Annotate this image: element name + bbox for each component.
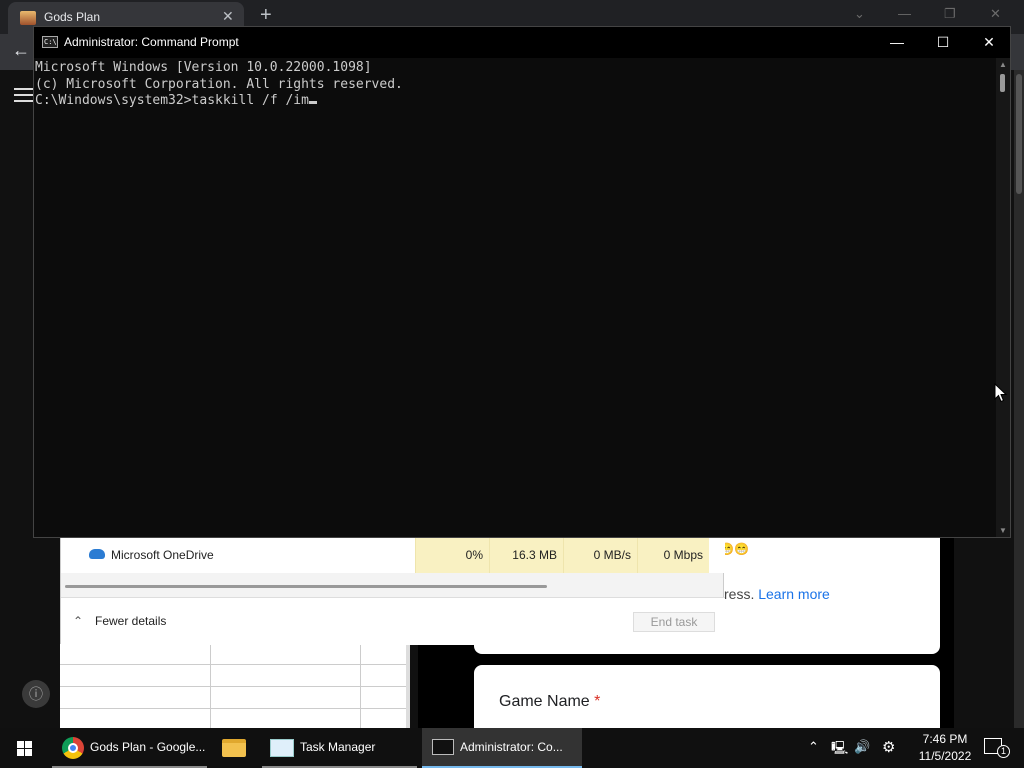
scroll-thumb[interactable]: [1000, 74, 1005, 92]
clock-date[interactable]: 11/5/2022: [910, 749, 980, 763]
close-icon[interactable]: ✕: [966, 27, 1012, 58]
taskbar-label: Administrator: Co...: [460, 740, 563, 754]
process-memory: 16.3 MB: [489, 537, 563, 573]
command-input[interactable]: taskkill /f /im: [192, 93, 309, 108]
command-prompt-window: C:\ Administrator: Command Prompt — ☐ ✕ …: [33, 26, 1011, 538]
system-tray: ⌃ 🖳 🔊 ⚙ 7:46 PM 11/5/2022 1: [800, 728, 1024, 768]
network-icon[interactable]: 🖳: [831, 739, 848, 761]
question-title: Game Name *: [499, 693, 600, 711]
gear-icon[interactable]: ⚙: [882, 738, 895, 756]
new-tab-button[interactable]: +: [260, 4, 272, 27]
form-notice-text: ress.: [724, 586, 755, 602]
prompt-line[interactable]: C:\Windows\system32>taskkill /f /im: [35, 93, 994, 110]
taskbar-label: Task Manager: [300, 740, 376, 754]
task-manager-footer: ⌃ Fewer details End task: [61, 597, 725, 645]
horizontal-scrollbar[interactable]: [65, 585, 547, 588]
chevron-up-icon[interactable]: ⌃: [73, 614, 83, 628]
task-manager-window: Microsoft OneDrive 0% 16.3 MB 0 MB/s 0 M…: [60, 536, 725, 645]
process-row[interactable]: Microsoft OneDrive 0% 16.3 MB 0 MB/s 0 M…: [61, 537, 725, 573]
page-scrollbar[interactable]: [1014, 70, 1024, 728]
scroll-up-icon[interactable]: ▲: [999, 60, 1007, 69]
show-hidden-icons-icon[interactable]: ⌃: [808, 739, 819, 755]
mouse-pointer-icon: [994, 383, 1008, 403]
file-explorer-icon: [222, 739, 246, 757]
onedrive-icon: [89, 549, 105, 559]
cmd-console[interactable]: Microsoft Windows [Version 10.0.22000.10…: [34, 58, 994, 537]
minimize-icon[interactable]: —: [898, 6, 911, 21]
text-cursor: [308, 101, 317, 104]
chrome-icon: [62, 737, 84, 759]
notification-count: 1: [997, 745, 1010, 758]
taskbar-label: Gods Plan - Google...: [90, 740, 206, 754]
taskbar-command-prompt[interactable]: Administrator: Co...: [422, 728, 582, 768]
form-notice: ress. Learn more: [724, 586, 830, 602]
process-cpu: 0%: [415, 537, 489, 573]
command-prompt-icon: [432, 739, 454, 755]
process-disk: 0 MB/s: [563, 537, 637, 573]
console-line: (c) Microsoft Corporation. All rights re…: [35, 76, 403, 92]
back-arrow-icon[interactable]: ←: [12, 40, 30, 61]
console-line: Microsoft Windows [Version 10.0.22000.10…: [35, 60, 372, 75]
taskbar-chrome[interactable]: Gods Plan - Google...: [52, 728, 207, 768]
clock-time[interactable]: 7:46 PM: [915, 732, 975, 746]
volume-icon[interactable]: 🔊: [854, 739, 870, 755]
chrome-window-controls: ⌄ — ❐ ✕: [854, 6, 1014, 26]
start-button[interactable]: [0, 728, 48, 768]
favicon-icon: [20, 11, 36, 25]
minimize-icon[interactable]: —: [874, 27, 920, 58]
question-card: Game Name *: [474, 665, 940, 728]
task-manager-icon: [270, 739, 294, 757]
taskbar-file-explorer[interactable]: [212, 728, 258, 768]
taskbar-task-manager[interactable]: Task Manager: [262, 728, 417, 768]
restore-icon[interactable]: ❐: [944, 6, 956, 22]
hamburger-menu-icon[interactable]: [14, 88, 34, 102]
process-name: Microsoft OneDrive: [111, 548, 214, 562]
help-icon[interactable]: ⓘ: [22, 680, 50, 708]
desktop: Gods Plan ✕ + ⌄ — ❐ ✕ ← 😁😁 ress. Learn m…: [0, 0, 1024, 768]
end-task-button[interactable]: End task: [633, 612, 715, 632]
process-network: 0 Mbps: [637, 537, 709, 573]
taskbar: Gods Plan - Google... Task Manager Admin…: [0, 728, 1024, 768]
prompt-path: C:\Windows\system32>: [35, 93, 192, 108]
maximize-icon[interactable]: ☐: [920, 27, 966, 58]
browser-tab-title: Gods Plan: [44, 10, 101, 24]
tab-close-icon[interactable]: ✕: [222, 8, 234, 25]
close-icon[interactable]: ✕: [990, 6, 1001, 22]
question-label: Game Name: [499, 693, 590, 710]
cmd-title-bar[interactable]: C:\ Administrator: Command Prompt — ☐ ✕: [34, 27, 1010, 58]
spreadsheet-grid: [60, 644, 410, 728]
fewer-details-button[interactable]: Fewer details: [95, 614, 166, 628]
cmd-scrollbar[interactable]: ▲ ▼: [996, 58, 1010, 537]
scroll-down-icon[interactable]: ▼: [999, 526, 1007, 535]
cmd-window-title: Administrator: Command Prompt: [64, 35, 239, 49]
learn-more-link[interactable]: Learn more: [758, 586, 830, 602]
required-asterisk: *: [594, 693, 601, 710]
tab-search-icon[interactable]: ⌄: [854, 6, 865, 22]
cmd-icon: C:\: [42, 36, 58, 48]
